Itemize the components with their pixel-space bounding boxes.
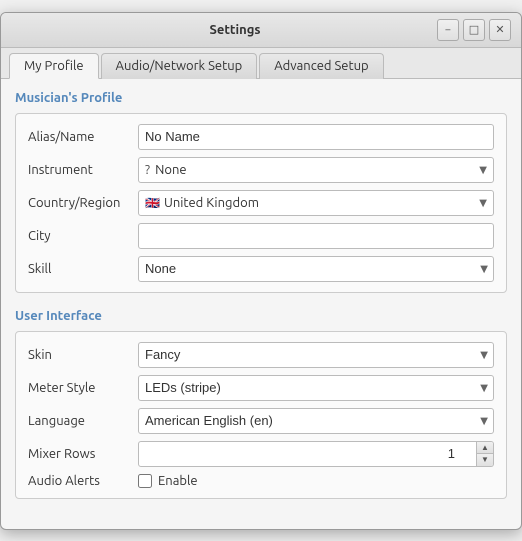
skin-label: Skin <box>28 348 138 362</box>
content-area: Musician's Profile Alias/Name Instrument <box>1 79 521 529</box>
city-label: City <box>28 229 138 243</box>
country-control: 🇬🇧 United Kingdom ▼ <box>138 190 494 216</box>
spinner-buttons: ▲ ▼ <box>477 441 494 467</box>
language-select-wrapper: American English (en) British English (e… <box>138 408 494 434</box>
settings-window: Settings − □ ✕ My Profile Audio/Network … <box>0 12 522 530</box>
tabs-bar: My Profile Audio/Network Setup Advanced … <box>1 48 521 79</box>
country-select-wrapper: 🇬🇧 United Kingdom ▼ <box>138 190 494 216</box>
maximize-button[interactable]: □ <box>463 19 485 41</box>
tab-audio-network-setup[interactable]: Audio/Network Setup <box>101 53 258 79</box>
skill-label: Skill <box>28 262 138 276</box>
user-interface-section: User Interface Skin Fancy Classic Dark ▼ <box>15 309 507 499</box>
alias-row: Alias/Name <box>28 124 494 150</box>
titlebar: Settings − □ ✕ <box>1 13 521 48</box>
skin-row: Skin Fancy Classic Dark ▼ <box>28 342 494 368</box>
meter-style-label: Meter Style <box>28 381 138 395</box>
mixer-rows-spinner: ▲ ▼ <box>138 441 494 467</box>
musician-profile-box: Alias/Name Instrument ? None ▼ <box>15 113 507 293</box>
musician-profile-section: Musician's Profile Alias/Name Instrument <box>15 91 507 293</box>
skin-control: Fancy Classic Dark ▼ <box>138 342 494 368</box>
language-select[interactable]: American English (en) British English (e… <box>138 408 494 434</box>
alias-label: Alias/Name <box>28 130 138 144</box>
country-label: Country/Region <box>28 196 138 210</box>
meter-select[interactable]: LEDs (stripe) LEDs (block) Classic <box>138 375 494 401</box>
spinner-down-button[interactable]: ▼ <box>477 454 493 466</box>
enable-checkbox[interactable] <box>138 474 152 488</box>
enable-label[interactable]: Enable <box>158 474 198 488</box>
instrument-icon: ? <box>145 163 150 177</box>
enable-checkbox-wrapper: Enable <box>138 474 494 488</box>
skin-select-wrapper: Fancy Classic Dark ▼ <box>138 342 494 368</box>
city-control <box>138 223 494 249</box>
user-interface-title: User Interface <box>15 309 507 323</box>
meter-style-row: Meter Style LEDs (stripe) LEDs (block) C… <box>28 375 494 401</box>
user-interface-box: Skin Fancy Classic Dark ▼ <box>15 331 507 499</box>
titlebar-controls: − □ ✕ <box>437 19 511 41</box>
instrument-row: Instrument ? None ▼ <box>28 157 494 183</box>
country-value: United Kingdom <box>164 196 487 210</box>
skill-select-wrapper: None Beginner Intermediate Advanced Expe… <box>138 256 494 282</box>
language-label: Language <box>28 414 138 428</box>
instrument-value: None <box>155 163 487 177</box>
spinner-up-button[interactable]: ▲ <box>477 442 493 455</box>
instrument-select[interactable]: ? None ▼ <box>138 157 494 183</box>
alias-input[interactable] <box>138 124 494 150</box>
minimize-button[interactable]: − <box>437 19 459 41</box>
country-select[interactable]: 🇬🇧 United Kingdom ▼ <box>138 190 494 216</box>
skill-select[interactable]: None Beginner Intermediate Advanced Expe… <box>138 256 494 282</box>
tab-advanced-setup[interactable]: Advanced Setup <box>259 53 383 79</box>
city-input[interactable] <box>138 223 494 249</box>
musician-profile-title: Musician's Profile <box>15 91 507 105</box>
skin-select[interactable]: Fancy Classic Dark <box>138 342 494 368</box>
skill-control: None Beginner Intermediate Advanced Expe… <box>138 256 494 282</box>
mixer-rows-control: ▲ ▼ <box>138 441 494 467</box>
audio-alerts-label: Audio Alerts <box>28 474 138 488</box>
close-button[interactable]: ✕ <box>489 19 511 41</box>
mixer-rows-row: Mixer Rows ▲ ▼ <box>28 441 494 467</box>
country-flag: 🇬🇧 <box>145 196 160 210</box>
skill-row: Skill None Beginner Intermediate Advance… <box>28 256 494 282</box>
window-title: Settings <box>33 23 437 37</box>
meter-select-wrapper: LEDs (stripe) LEDs (block) Classic ▼ <box>138 375 494 401</box>
country-row: Country/Region 🇬🇧 United Kingdom ▼ <box>28 190 494 216</box>
audio-alerts-row: Audio Alerts Enable <box>28 474 494 488</box>
mixer-rows-label: Mixer Rows <box>28 447 138 461</box>
tab-my-profile[interactable]: My Profile <box>9 53 99 79</box>
audio-alerts-control: Enable <box>138 474 494 488</box>
mixer-rows-input[interactable] <box>138 441 477 467</box>
instrument-control: ? None ▼ <box>138 157 494 183</box>
meter-style-control: LEDs (stripe) LEDs (block) Classic ▼ <box>138 375 494 401</box>
city-row: City <box>28 223 494 249</box>
language-row: Language American English (en) British E… <box>28 408 494 434</box>
alias-control <box>138 124 494 150</box>
instrument-label: Instrument <box>28 163 138 177</box>
instrument-select-wrapper: ? None ▼ <box>138 157 494 183</box>
language-control: American English (en) British English (e… <box>138 408 494 434</box>
